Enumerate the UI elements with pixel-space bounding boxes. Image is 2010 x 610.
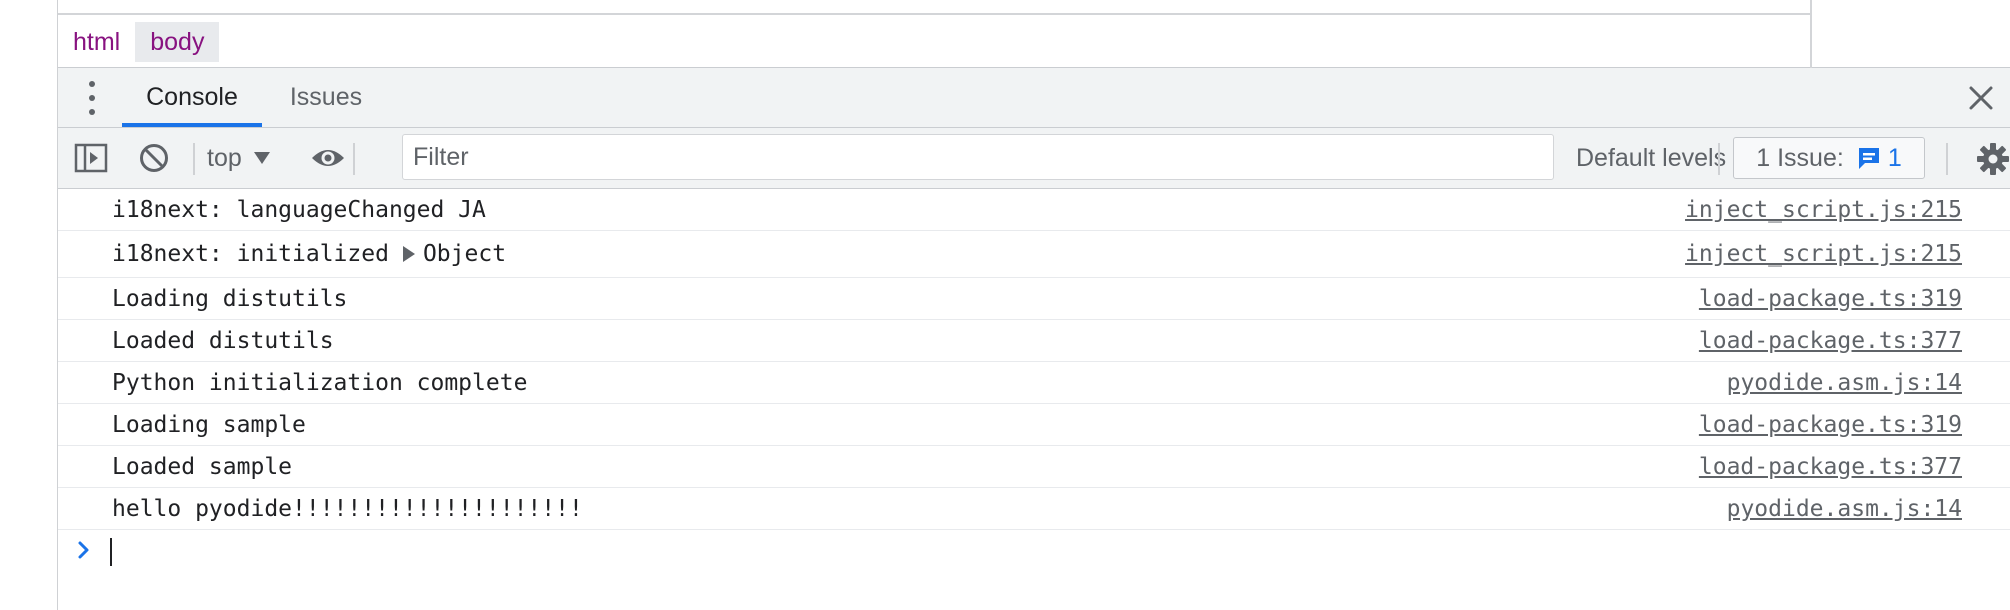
close-icon[interactable] xyxy=(1966,83,1996,113)
message-source-link[interactable]: load-package.ts:319 xyxy=(1699,278,1962,319)
tab-console[interactable]: Console xyxy=(122,68,262,127)
tab-issues[interactable]: Issues xyxy=(262,68,390,127)
message-text: i18next: languageChanged JA xyxy=(112,196,486,223)
console-toolbar: top Default levels 1 Issue: xyxy=(58,128,2010,189)
sidebar-split-divider[interactable] xyxy=(1810,0,1812,68)
breadcrumb-item-body[interactable]: body xyxy=(135,22,220,62)
chevron-right-icon xyxy=(78,541,89,559)
message-text: hello pyodide!!!!!!!!!!!!!!!!!!!!! xyxy=(112,495,583,522)
menu-dot xyxy=(89,109,95,115)
console-message: i18next: languageChanged JA inject_scrip… xyxy=(58,189,2010,231)
gear-icon[interactable] xyxy=(1976,142,2010,176)
console-prompt xyxy=(58,530,2010,572)
drawer-tab-bar: Console Issues xyxy=(58,68,2010,128)
toolbar-divider xyxy=(1718,143,1720,175)
breadcrumb-item-html[interactable]: html xyxy=(58,22,135,62)
devtools-main: html body Console Issues top Filter Defa… xyxy=(58,0,2010,610)
message-text: Loading sample xyxy=(112,411,306,438)
breadcrumb: html body xyxy=(58,19,220,65)
menu-dot xyxy=(89,81,95,87)
toolbar-divider xyxy=(353,143,355,175)
message-source-link[interactable]: inject_script.js:215 xyxy=(1685,189,1962,230)
toolbar-divider xyxy=(193,143,195,175)
console-message: Loaded sample load-package.ts:377 xyxy=(58,446,2010,488)
issues-count: 1 xyxy=(1887,143,1902,172)
console-message: Loaded distutils load-package.ts:377 xyxy=(58,320,2010,362)
console-prompt-input[interactable] xyxy=(108,534,1968,568)
console-message: i18next: initialized Object inject_scrip… xyxy=(58,231,2010,278)
message-source-link[interactable]: pyodide.asm.js:14 xyxy=(1727,488,1962,529)
context-selector[interactable]: top xyxy=(207,137,270,179)
message-text-container: i18next: initialized Object xyxy=(112,231,506,277)
message-source-link[interactable]: load-package.ts:377 xyxy=(1699,446,1962,487)
chevron-down-icon xyxy=(253,152,270,164)
left-gutter xyxy=(0,0,58,610)
issues-counter-button[interactable]: 1 Issue: 1 xyxy=(1733,137,1925,179)
log-levels-label: Default levels xyxy=(1576,143,1727,172)
message-text: Python initialization complete xyxy=(112,369,528,396)
eye-icon[interactable] xyxy=(310,145,346,171)
sidebar-toggle-icon[interactable] xyxy=(74,143,108,173)
message-source-link[interactable]: load-package.ts:377 xyxy=(1699,320,1962,361)
message-source-link[interactable]: pyodide.asm.js:14 xyxy=(1727,362,1962,403)
object-preview[interactable]: Object xyxy=(423,241,506,267)
console-message: hello pyodide!!!!!!!!!!!!!!!!!!!!! pyodi… xyxy=(58,488,2010,530)
clear-console-icon[interactable] xyxy=(138,142,170,174)
message-text: i18next: initialized xyxy=(112,241,389,267)
message-source-link[interactable]: inject_script.js:215 xyxy=(1685,231,1962,277)
expand-triangle-icon[interactable] xyxy=(402,246,415,262)
console-messages: i18next: languageChanged JA inject_scrip… xyxy=(58,189,2010,572)
menu-dot xyxy=(89,95,95,101)
message-text: Loaded distutils xyxy=(112,327,334,354)
console-message: Loading distutils load-package.ts:319 xyxy=(58,278,2010,320)
filter-input[interactable] xyxy=(402,134,1554,180)
divider xyxy=(58,13,1810,15)
console-message: Python initialization complete pyodide.a… xyxy=(58,362,2010,404)
message-icon xyxy=(1858,148,1879,169)
log-levels-dropdown[interactable]: Default levels xyxy=(1576,137,1755,179)
console-message: Loading sample load-package.ts:319 xyxy=(58,404,2010,446)
more-tools-menu-icon[interactable] xyxy=(86,81,98,115)
message-text: Loading distutils xyxy=(112,285,348,312)
message-source-link[interactable]: load-package.ts:319 xyxy=(1699,404,1962,445)
elements-breadcrumb-area: html body xyxy=(58,0,2010,68)
context-selector-label: top xyxy=(207,143,242,172)
message-text: Loaded sample xyxy=(112,453,293,480)
devtools-window: html body Console Issues top Filter Defa… xyxy=(0,0,2010,610)
issues-counter-label: 1 Issue: xyxy=(1756,143,1844,172)
toolbar-divider xyxy=(1946,143,1948,175)
